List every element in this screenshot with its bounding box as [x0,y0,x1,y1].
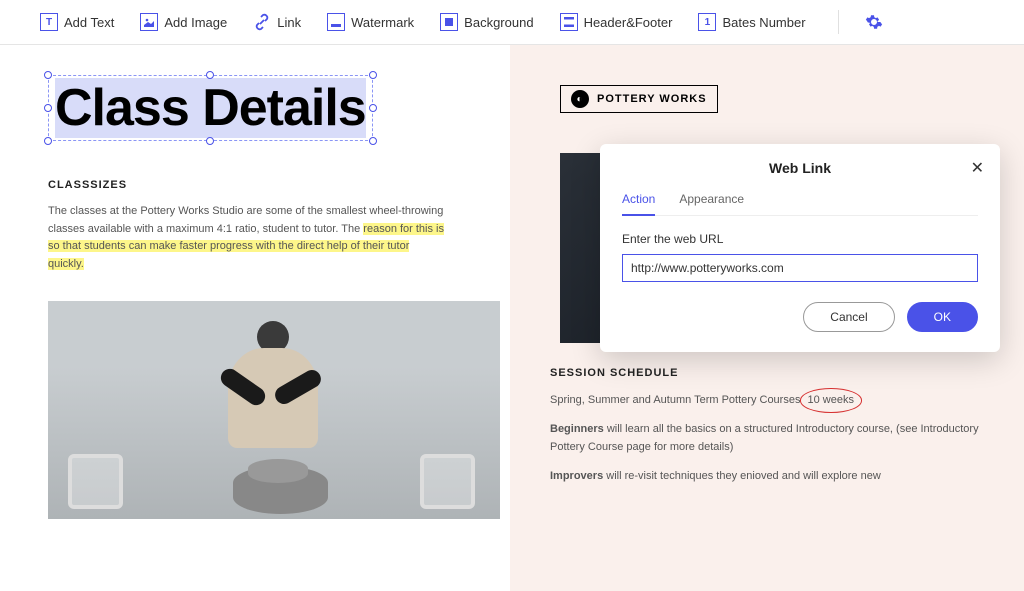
brand-logo: ◐ POTTERY WORKS [560,85,718,113]
resize-handle-w[interactable] [44,104,52,112]
add-text-button[interactable]: T Add Text [40,13,114,31]
header-footer-button[interactable]: Header&Footer [560,13,673,31]
circled-text: 10 weeks [804,391,858,410]
dialog-title: Web Link [622,160,978,176]
url-label: Enter the web URL [622,232,978,246]
tab-appearance[interactable]: Appearance [679,192,744,215]
resize-handle-sw[interactable] [44,137,52,145]
separator [838,10,839,34]
web-link-dialog: Web Link ✕ Action Appearance Enter the w… [600,144,1000,352]
resize-handle-se[interactable] [369,137,377,145]
close-button[interactable]: ✕ [971,158,984,178]
add-image-button[interactable]: Add Image [140,13,227,31]
link-icon [253,13,271,31]
body-paragraph: The classes at the Pottery Works Studio … [48,203,448,273]
background-button[interactable]: Background [440,13,533,31]
link-button[interactable]: Link [253,13,301,31]
url-input[interactable] [622,254,978,282]
background-icon [440,13,458,31]
toolbar-label: Link [277,15,301,30]
page-left-column: Class Details CLASSSIZES The classes at … [0,45,510,591]
schedule-line-3: Improvers will re-visit techniques they … [550,467,994,486]
resize-handle-ne[interactable] [369,71,377,79]
settings-button[interactable] [865,13,883,31]
watermark-icon [327,13,345,31]
cancel-button[interactable]: Cancel [803,302,894,332]
schedule-line-2: Beginners will learn all the basics on a… [550,420,994,457]
dialog-tabs: Action Appearance [622,192,978,216]
toolbar-label: Header&Footer [584,15,673,30]
toolbar-label: Watermark [351,15,414,30]
toolbar-label: Add Text [64,15,114,30]
text-icon: T [40,13,58,31]
schedule-line-1: Spring, Summer and Autumn Term Pottery C… [550,391,994,410]
resize-handle-s[interactable] [206,137,214,145]
resize-handle-e[interactable] [369,104,377,112]
header-footer-icon [560,13,578,31]
bates-icon: 1 [698,13,716,31]
brand-text: POTTERY WORKS [597,93,707,105]
toolbar-label: Add Image [164,15,227,30]
toolbar-label: Bates Number [722,15,805,30]
brand-icon: ◐ [571,90,589,108]
toolbar-label: Background [464,15,533,30]
section-heading-classsizes: CLASSSIZES [48,179,510,191]
pottery-photo [48,301,500,519]
section-heading-schedule: SESSION SCHEDULE [550,367,994,379]
ok-button[interactable]: OK [907,302,978,332]
toolbar: T Add Text Add Image Link Watermark Back… [0,0,1024,45]
image-icon [140,13,158,31]
watermark-button[interactable]: Watermark [327,13,414,31]
resize-handle-nw[interactable] [44,71,52,79]
page-title: Class Details [55,78,366,138]
tab-action[interactable]: Action [622,192,655,216]
bates-number-button[interactable]: 1 Bates Number [698,13,805,31]
selected-textbox[interactable]: Class Details [48,75,373,141]
